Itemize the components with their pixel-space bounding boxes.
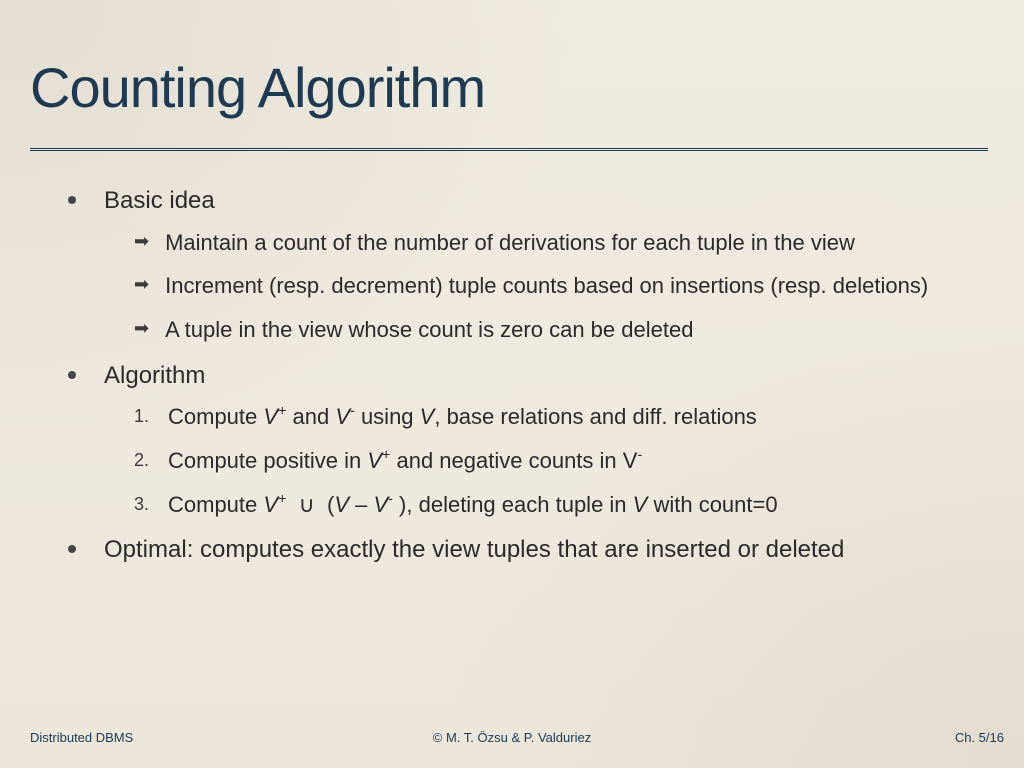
- sub-text: Compute V+ and V- using V, base relation…: [168, 402, 757, 432]
- list-item: 2. Compute positive in V+ and negative c…: [134, 446, 994, 476]
- slide: Counting Algorithm Basic idea ➡ Maintain…: [0, 0, 1024, 768]
- sub-text: Increment (resp. decrement) tuple counts…: [165, 271, 928, 301]
- list-item: ➡ Increment (resp. decrement) tuple coun…: [134, 271, 994, 301]
- arrow-icon: ➡: [134, 231, 149, 252]
- bullet-label: Algorithm: [104, 359, 205, 393]
- title-rule: [30, 148, 988, 152]
- number-marker: 2.: [134, 450, 152, 471]
- bullet-label: Optimal: computes exactly the view tuple…: [104, 533, 844, 567]
- bullet-label: Basic idea: [104, 184, 215, 218]
- list-item: 3. Compute V+ ∪ (V – V- ), deleting each…: [134, 490, 994, 520]
- sub-list-basic-idea: ➡ Maintain a count of the number of deri…: [134, 228, 994, 345]
- slide-content: Basic idea ➡ Maintain a count of the num…: [30, 184, 994, 567]
- bullet-dot-icon: [68, 196, 76, 204]
- bullet-dot-icon: [68, 371, 76, 379]
- arrow-icon: ➡: [134, 318, 149, 339]
- slide-title: Counting Algorithm: [30, 55, 994, 120]
- sub-text: A tuple in the view whose count is zero …: [165, 315, 693, 345]
- footer-center: © M. T. Özsu & P. Valduriez: [0, 730, 1024, 745]
- bullet-basic-idea: Basic idea: [68, 184, 994, 218]
- number-marker: 1.: [134, 406, 152, 427]
- footer-right: Ch. 5/16: [955, 730, 1004, 745]
- footer: Distributed DBMS © M. T. Özsu & P. Valdu…: [0, 730, 1024, 750]
- sub-text: Maintain a count of the number of deriva…: [165, 228, 855, 258]
- number-marker: 3.: [134, 494, 152, 515]
- bullet-optimal: Optimal: computes exactly the view tuple…: [68, 533, 994, 567]
- sub-text: Compute V+ ∪ (V – V- ), deleting each tu…: [168, 490, 778, 520]
- arrow-icon: ➡: [134, 274, 149, 295]
- sub-list-algorithm: 1. Compute V+ and V- using V, base relat…: [134, 402, 994, 519]
- list-item: ➡ Maintain a count of the number of deri…: [134, 228, 994, 258]
- bullet-dot-icon: [68, 545, 76, 553]
- list-item: 1. Compute V+ and V- using V, base relat…: [134, 402, 994, 432]
- bullet-algorithm: Algorithm: [68, 359, 994, 393]
- list-item: ➡ A tuple in the view whose count is zer…: [134, 315, 994, 345]
- sub-text: Compute positive in V+ and negative coun…: [168, 446, 642, 476]
